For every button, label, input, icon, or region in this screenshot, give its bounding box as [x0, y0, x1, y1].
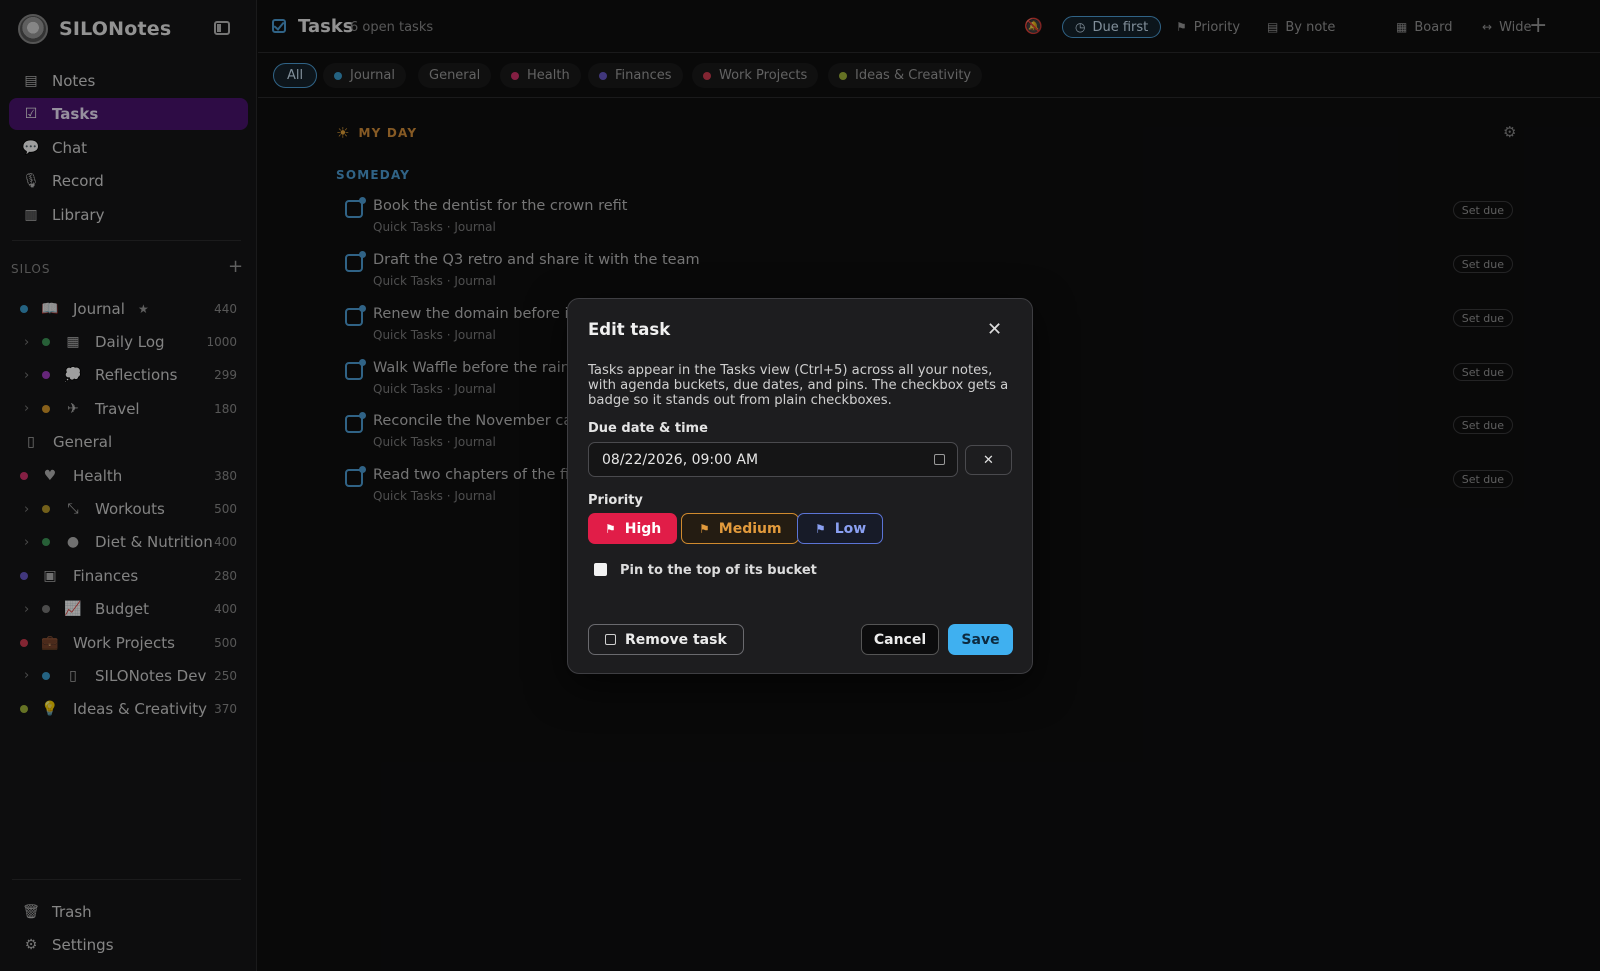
due-date-value: 08/22/2026, 09:00 AM	[602, 451, 759, 468]
edit-task-dialog: Edit task ✕ Tasks appear in the Tasks vi…	[567, 298, 1033, 674]
flag-icon: ⚑	[605, 521, 616, 536]
cancel-button[interactable]: Cancel	[861, 624, 939, 655]
priority-label: Priority	[588, 493, 643, 508]
clear-due-button[interactable]: ✕	[965, 445, 1012, 475]
priority-low-label: Low	[834, 520, 867, 537]
flag-icon: ⚑	[699, 521, 710, 536]
flag-icon: ⚑	[815, 521, 826, 536]
calendar-icon[interactable]	[934, 454, 945, 465]
dialog-description: Tasks appear in the Tasks view (Ctrl+5) …	[588, 363, 1009, 409]
priority-high-label: High	[624, 520, 662, 537]
save-button[interactable]: Save	[948, 624, 1013, 655]
pin-label: Pin to the top of its bucket	[620, 563, 817, 578]
close-icon[interactable]: ✕	[987, 319, 1002, 340]
dialog-title: Edit task	[588, 320, 671, 339]
priority-medium-label: Medium	[718, 520, 782, 537]
remove-task-label: Remove task	[625, 631, 727, 648]
priority-low-button[interactable]: ⚑ Low	[797, 513, 884, 544]
due-date-label: Due date & time	[588, 421, 708, 436]
priority-high-button[interactable]: ⚑ High	[588, 513, 678, 544]
remove-task-button[interactable]: Remove task	[588, 624, 744, 655]
square-icon	[605, 634, 616, 645]
close-icon: ✕	[983, 452, 994, 468]
priority-medium-button[interactable]: ⚑ Medium	[681, 513, 799, 544]
pin-checkbox[interactable]	[594, 563, 607, 576]
due-date-input[interactable]: 08/22/2026, 09:00 AM	[588, 442, 958, 477]
